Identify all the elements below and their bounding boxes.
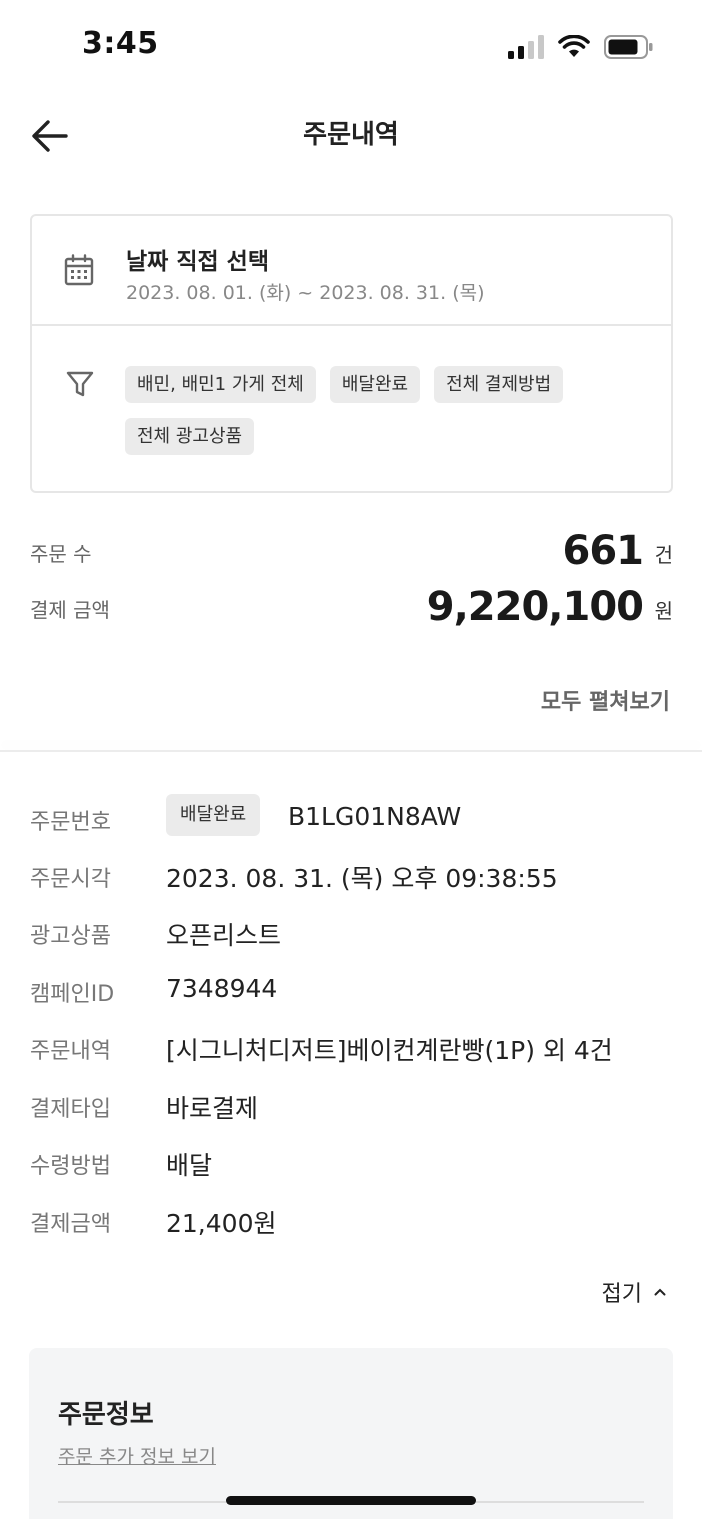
payment-amount-label: 결제금액: [30, 1212, 111, 1237]
collapse-button[interactable]: 접기: [602, 1276, 666, 1308]
cellular-signal-icon: [508, 35, 544, 59]
filter-icon: [66, 371, 94, 397]
order-time-value: 2023. 08. 31. (목) 오후 09:38:55: [166, 864, 558, 893]
collapse-label: 접기: [601, 1282, 642, 1307]
home-indicator: [226, 1496, 476, 1505]
wifi-icon: [558, 35, 590, 57]
payment-total-label: 결제 금액: [30, 598, 110, 622]
status-time: 3:45: [82, 26, 159, 61]
status-icons: [508, 34, 654, 60]
battery-icon: [604, 35, 653, 59]
ad-product-label: 광고상품: [30, 924, 111, 949]
order-info-box: 주문정보 주문 추가 정보 보기: [29, 1348, 673, 1519]
order-number-label: 주문번호: [30, 810, 111, 835]
ad-product-row: 광고상품 오픈리스트: [30, 914, 680, 954]
payment-total-unit: 원: [654, 599, 673, 623]
payment-summary: 결제 금액 9,220,100 원: [30, 582, 673, 632]
expand-all-button[interactable]: 모두 펼쳐보기: [541, 684, 670, 716]
status-bar: 3:45: [0, 0, 702, 96]
order-more-info-link[interactable]: 주문 추가 정보 보기: [58, 1442, 216, 1469]
order-count-unit: 건: [654, 543, 673, 567]
order-time-label: 주문시각: [30, 867, 111, 892]
date-filter-title: 날짜 직접 선택: [126, 249, 269, 275]
campaign-id-row: 캠페인ID 7348944: [30, 972, 680, 1012]
status-badge: 배달완료: [166, 794, 261, 836]
order-items-value: [시그니처디저트]베이컨계란빵(1P) 외 4건: [166, 1036, 613, 1065]
filter-chip-payment[interactable]: 전체 결제방법: [434, 366, 564, 403]
date-filter-row[interactable]: 날짜 직접 선택 2023. 08. 01. (화) ~ 2023. 08. 3…: [32, 216, 671, 326]
payment-type-label: 결제타입: [30, 1097, 111, 1122]
payment-amount-value: 21,400원: [166, 1209, 277, 1238]
order-items-label: 주문내역: [30, 1039, 111, 1064]
calendar-icon: [64, 254, 94, 286]
order-count-summary: 주문 수 661 건: [30, 526, 673, 576]
filter-chip-status[interactable]: 배달완료: [329, 366, 421, 403]
order-items-row: 주문내역 [시그니처디저트]베이컨계란빵(1P) 외 4건: [30, 1029, 680, 1069]
order-count-label: 주문 수: [30, 542, 92, 566]
payment-type-row: 결제타입 바로결제: [30, 1087, 680, 1127]
receive-method-row: 수령방법 배달: [30, 1144, 680, 1184]
page-title: 주문내역: [303, 120, 399, 150]
section-divider: [0, 750, 702, 752]
chevron-up-icon: [654, 1288, 666, 1296]
filter-card: 날짜 직접 선택 2023. 08. 01. (화) ~ 2023. 08. 3…: [30, 214, 673, 493]
order-count-value: 661: [562, 528, 644, 574]
payment-amount-row: 결제금액 21,400원: [30, 1202, 680, 1242]
header: 주문내역: [0, 96, 702, 176]
filter-chip-store[interactable]: 배민, 배민1 가게 전체: [125, 366, 316, 403]
receive-method-value: 배달: [166, 1151, 213, 1180]
ad-product-value: 오픈리스트: [166, 921, 282, 950]
campaign-id-value: 7348944: [166, 974, 278, 1003]
order-info-title: 주문정보: [58, 1400, 154, 1430]
order-number-row: 주문번호 배달완료 B1LG01N8AW: [30, 794, 680, 840]
filter-chip-ad-product[interactable]: 전체 광고상품: [125, 418, 255, 455]
condition-filter-row[interactable]: 배민, 배민1 가게 전체 배달완료 전체 결제방법 전체 광고상품: [32, 326, 671, 493]
receive-method-label: 수령방법: [30, 1154, 111, 1179]
campaign-id-label: 캠페인ID: [30, 982, 115, 1007]
order-time-row: 주문시각 2023. 08. 31. (목) 오후 09:38:55: [30, 857, 680, 897]
order-number-value: B1LG01N8AW: [288, 802, 462, 831]
date-range: 2023. 08. 01. (화) ~ 2023. 08. 31. (목): [126, 282, 485, 304]
payment-type-value: 바로결제: [166, 1094, 259, 1123]
payment-total-value: 9,220,100: [426, 584, 644, 630]
filter-chips: 배민, 배민1 가게 전체 배달완료 전체 결제방법 전체 광고상품: [125, 366, 645, 455]
